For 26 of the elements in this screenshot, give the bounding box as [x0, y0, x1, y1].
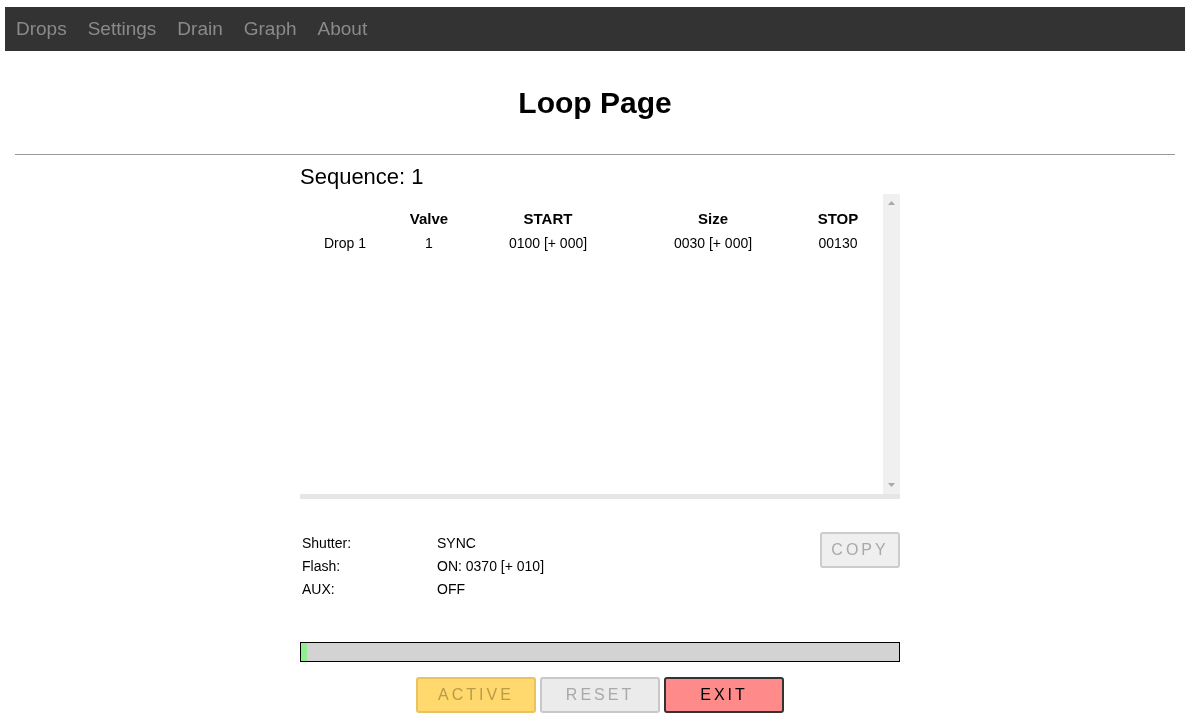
output-label: Flash:	[302, 558, 342, 574]
column-header: START	[522, 209, 574, 229]
nav-link[interactable]: Drops	[16, 18, 67, 40]
table-cell-text: Drop 1	[323, 234, 367, 253]
exit-button[interactable]: EXIT	[664, 677, 784, 713]
sequence-label: Sequence: 1	[300, 164, 425, 190]
nav-link[interactable]: About	[317, 18, 368, 40]
output-value: OFF	[437, 581, 466, 597]
table-cell-text: 00130	[817, 234, 859, 253]
output-value: SYNC	[437, 535, 477, 551]
column-header: STOP	[816, 209, 860, 229]
table-cell-text: 0100 [+ 000]	[507, 234, 589, 253]
table-cell-text: 0030 [+ 000]	[672, 234, 754, 253]
nav-link[interactable]: Drain	[177, 18, 223, 40]
scroll-up-icon[interactable]	[888, 201, 895, 205]
output-value: ON: 0370 [+ 010]	[437, 558, 545, 574]
nav-link[interactable]: Settings	[87, 18, 157, 40]
output-label: Shutter:	[302, 535, 353, 551]
nav-link[interactable]: Graph	[243, 18, 297, 40]
column-header: Valve	[408, 209, 450, 229]
page-title: Loop Page	[517, 86, 673, 120]
column-header: Size	[697, 209, 729, 229]
table-cell-text: 1	[424, 234, 434, 253]
output-label: AUX:	[302, 581, 336, 597]
scroll-down-icon[interactable]	[888, 483, 895, 487]
scrollbar[interactable]	[883, 194, 900, 494]
